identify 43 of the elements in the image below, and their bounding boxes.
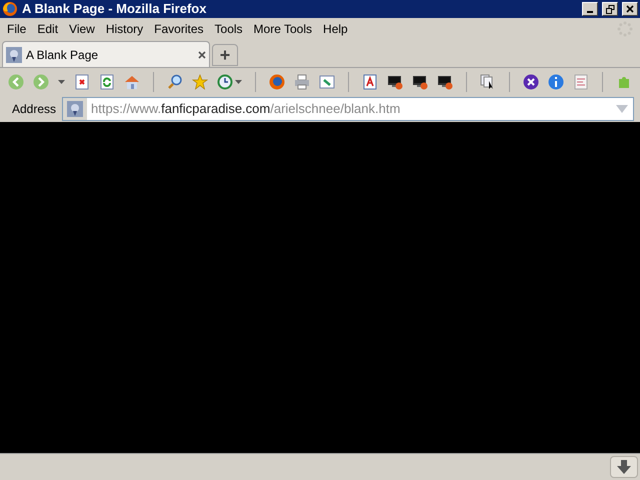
menu-item[interactable]: Tools [212, 20, 246, 38]
address-label: Address [12, 101, 56, 118]
stop-icon[interactable] [74, 74, 90, 90]
menu-item[interactable]: Favorites [151, 20, 207, 38]
monitor-icon[interactable] [387, 74, 403, 90]
tab[interactable]: A Blank Page [2, 41, 210, 67]
restore-icon [606, 4, 614, 14]
firefox-icon [2, 1, 18, 17]
menu-item[interactable]: Edit [34, 20, 62, 38]
menu-item[interactable]: File [4, 20, 30, 38]
document-icon[interactable] [362, 74, 378, 90]
search-icon[interactable] [167, 74, 183, 90]
minimize-button[interactable] [582, 2, 598, 16]
menu-item[interactable]: Help [320, 20, 351, 38]
star-icon[interactable] [192, 74, 208, 90]
close-icon [626, 5, 634, 13]
tab-title: A Blank Page [26, 46, 100, 64]
history-icon[interactable] [217, 74, 233, 90]
download-button[interactable] [610, 456, 638, 478]
menu-item[interactable]: History [102, 20, 146, 38]
caret-icon[interactable] [58, 80, 65, 84]
close-button[interactable] [622, 2, 638, 16]
page-icon [6, 46, 22, 62]
firefox-icon[interactable] [269, 74, 285, 90]
menu-item[interactable]: View [66, 20, 98, 38]
image-icon[interactable] [319, 74, 335, 90]
down-arrow-icon [617, 460, 631, 474]
url-text: https://www.fanficparadise.com/arielschnee/blank.htm [90, 100, 402, 118]
info-icon[interactable] [548, 74, 564, 90]
reload-icon[interactable] [99, 74, 115, 90]
close-circle-icon[interactable] [523, 74, 539, 90]
close-icon[interactable] [198, 50, 206, 58]
printer-icon[interactable] [294, 74, 310, 90]
restore-button[interactable] [602, 2, 618, 16]
address-field[interactable]: https://www.fanficparadise.com/arielschnee/blank.htm [62, 97, 634, 121]
menu-item[interactable]: More Tools [250, 20, 316, 38]
monitor-icon[interactable] [437, 74, 453, 90]
source-icon[interactable] [573, 74, 589, 90]
window-title: A Blank Page - Mozilla Firefox [22, 0, 208, 18]
caret-icon[interactable] [235, 80, 242, 84]
site-icon [67, 101, 84, 117]
new-tab-button[interactable]: + [212, 44, 238, 66]
monitor-icon[interactable] [412, 74, 428, 90]
